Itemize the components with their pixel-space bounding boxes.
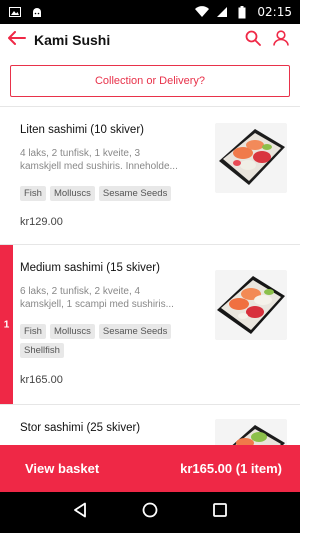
android-icon	[30, 5, 44, 19]
wifi-icon	[195, 5, 210, 19]
allergen-tags: Fish Molluscs Sesame Seeds	[20, 186, 195, 201]
allergen-tag: Molluscs	[49, 186, 95, 201]
account-button[interactable]	[270, 28, 292, 52]
collection-delivery-button[interactable]: Collection or Delivery?	[10, 65, 290, 97]
back-arrow-icon	[8, 30, 26, 50]
item-image	[215, 270, 287, 340]
menu-item-liten-sashimi[interactable]: Liten sashimi (10 skiver) 4 laks, 2 tunf…	[0, 107, 300, 245]
basket-label: View basket	[25, 461, 100, 476]
status-time: 02:15	[257, 5, 292, 19]
search-icon	[245, 30, 261, 51]
menu-list: Liten sashimi (10 skiver) 4 laks, 2 tunf…	[0, 107, 300, 445]
nav-home-icon	[142, 502, 158, 523]
item-price: kr129.00	[20, 216, 63, 228]
nav-recents-button[interactable]	[209, 502, 231, 524]
image-icon	[8, 5, 22, 19]
back-button[interactable]	[0, 24, 34, 56]
nav-back-icon	[73, 502, 87, 523]
nav-back-button[interactable]	[69, 502, 91, 524]
allergen-tag: Sesame Seeds	[98, 324, 172, 339]
item-description: 6 laks, 2 tunfisk, 2 kveite, 4 kamskjell…	[20, 286, 174, 310]
app-bar: Kami Sushi	[0, 24, 300, 56]
allergen-tag: Molluscs	[49, 324, 95, 339]
allergen-tag: Fish	[20, 186, 46, 201]
quantity-badge: 1	[3, 319, 10, 330]
search-button[interactable]	[242, 28, 264, 52]
battery-icon	[235, 5, 249, 19]
account-icon	[273, 29, 289, 51]
item-image	[215, 419, 287, 445]
item-title: Medium sashimi (15 skiver)	[20, 262, 160, 274]
allergen-tag: Fish	[20, 324, 46, 339]
item-title: Liten sashimi (10 skiver)	[20, 124, 144, 136]
item-image	[215, 123, 287, 193]
nav-recents-icon	[213, 503, 227, 522]
nav-home-button[interactable]	[139, 502, 161, 524]
menu-item-medium-sashimi[interactable]: 1 Medium sashimi (15 skiver) 6 laks, 2 t…	[0, 245, 300, 405]
item-description: 4 laks, 2 tunfisk, 1 kveite, 3 kamskjell…	[20, 148, 178, 172]
allergen-tag: Sesame Seeds	[98, 186, 172, 201]
signal-icon	[215, 5, 229, 19]
menu-item-stor-sashimi[interactable]: Stor sashimi (25 skiver)	[0, 405, 300, 445]
allergen-tags: Fish Molluscs Sesame Seeds Shellfish	[20, 324, 195, 358]
item-title: Stor sashimi (25 skiver)	[20, 422, 141, 434]
allergen-tag: Shellfish	[20, 343, 64, 358]
view-basket-button[interactable]: View basket kr165.00 (1 item)	[0, 445, 300, 492]
system-nav-bar	[0, 492, 300, 533]
page-title: Kami Sushi	[34, 32, 111, 48]
item-price: kr165.00	[20, 374, 63, 386]
basket-total: kr165.00 (1 item)	[180, 461, 282, 476]
status-bar: 02:15	[0, 0, 300, 24]
